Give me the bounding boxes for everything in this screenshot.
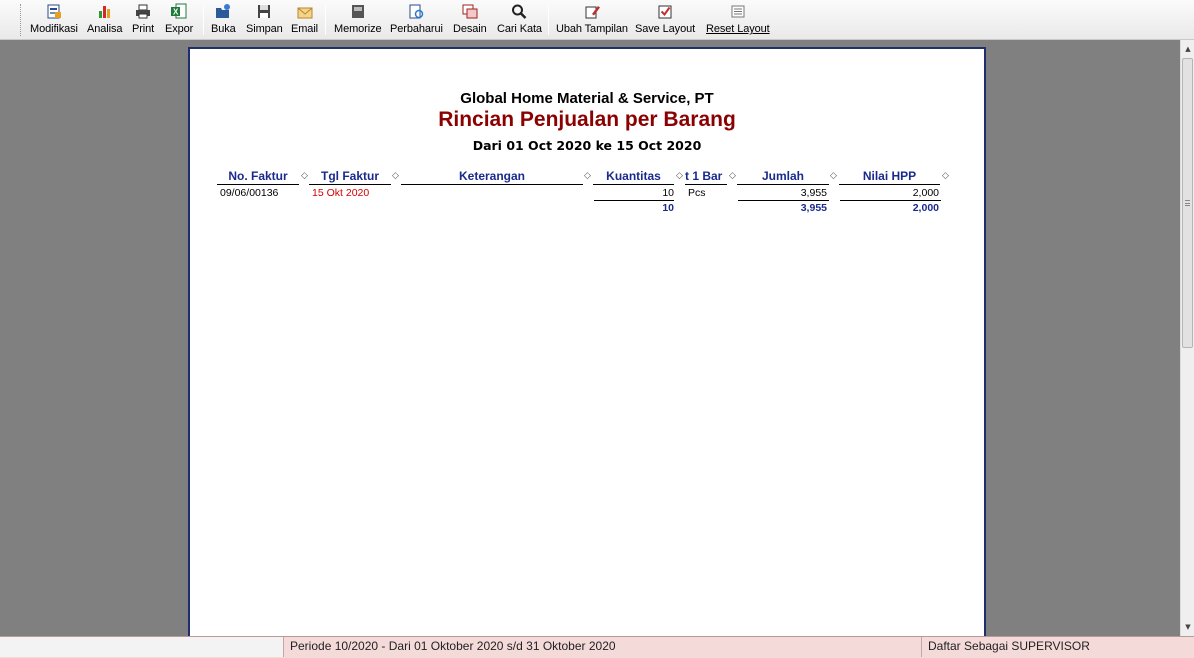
total-rule <box>840 200 941 201</box>
folder-open-icon <box>216 4 231 18</box>
status-user: Daftar Sebagai SUPERVISOR <box>928 639 1090 653</box>
column-header-kuantitas[interactable]: Kuantitas <box>593 170 674 185</box>
search-icon <box>512 4 527 19</box>
desain-button[interactable]: Desain <box>453 3 487 37</box>
column-header-tgl-faktur[interactable]: Tgl Faktur <box>309 170 391 185</box>
cell-no-faktur[interactable]: 09/06/00136 <box>220 187 278 199</box>
toolbar-separator <box>325 5 326 35</box>
column-header-no-faktur[interactable]: No. Faktur <box>217 170 299 185</box>
column-header-nilai-hpp[interactable]: Nilai HPP <box>839 170 940 185</box>
sort-diamond-icon[interactable]: ◇ <box>830 172 837 181</box>
total-rule <box>594 200 674 201</box>
total-rule <box>738 200 829 201</box>
sort-diamond-icon[interactable]: ◇ <box>942 172 949 181</box>
buka-button[interactable]: Buka <box>211 3 236 37</box>
layout-icon <box>731 5 745 18</box>
cell-jumlah[interactable]: 3,955 <box>738 187 827 199</box>
cell-nilai-hpp[interactable]: 2,000 <box>840 187 939 199</box>
floppy-disk-icon <box>258 5 271 18</box>
report-viewport[interactable]: Global Home Material & Service, PT Rinci… <box>0 40 1180 636</box>
report-title: Rincian Penjualan per Barang <box>438 108 736 131</box>
total-jumlah: 3,955 <box>800 202 827 214</box>
design-icon <box>462 4 478 19</box>
excel-icon: X <box>171 3 187 19</box>
email-button[interactable]: Email <box>291 3 318 37</box>
ubah-tampilan-button[interactable]: Ubah Tampilan <box>556 3 628 37</box>
reset-layout-button[interactable]: Reset Layout <box>706 3 770 37</box>
modify-icon <box>47 4 61 19</box>
memorize-icon <box>351 5 364 18</box>
status-period: Periode 10/2020 - Dari 01 Oktober 2020 s… <box>286 637 922 657</box>
expor-button[interactable]: X Expor <box>165 3 193 37</box>
printer-icon <box>136 4 151 19</box>
column-header-keterangan[interactable]: Keterangan <box>401 170 583 185</box>
grip-icon <box>1185 200 1190 206</box>
refresh-icon <box>409 4 424 19</box>
scroll-down-icon[interactable]: ▼ <box>1181 620 1194 634</box>
bar-chart-icon <box>98 6 110 18</box>
sort-diamond-icon[interactable]: ◇ <box>676 172 683 181</box>
scroll-up-icon[interactable]: ▲ <box>1181 42 1194 56</box>
cari-kata-button[interactable]: Cari Kata <box>497 3 542 37</box>
report-page: Global Home Material & Service, PT Rinci… <box>188 47 986 636</box>
report-period: Dari 01 Oct 2020 ke 15 Oct 2020 <box>472 138 702 153</box>
scrollbar-thumb[interactable] <box>1182 58 1193 348</box>
status-bar: Periode 10/2020 - Dari 01 Oktober 2020 s… <box>0 636 1194 658</box>
sort-diamond-icon[interactable]: ◇ <box>584 172 591 181</box>
report-company: Global Home Material & Service, PT <box>460 90 714 107</box>
edit-pencil-icon <box>585 6 600 19</box>
envelope-icon <box>297 7 312 19</box>
total-kuantitas: 10 <box>662 202 674 214</box>
analisa-button[interactable]: Analisa <box>87 3 122 37</box>
sort-diamond-icon[interactable]: ◇ <box>392 172 399 181</box>
cell-unit[interactable]: Pcs <box>688 187 706 199</box>
column-header-jumlah[interactable]: Jumlah <box>737 170 829 185</box>
memorize-button[interactable]: Memorize <box>334 3 382 37</box>
report-toolbar: Modifikasi Analisa Print X Expor Buka Si… <box>0 0 1194 40</box>
status-left <box>0 637 284 657</box>
toolbar-grip[interactable] <box>20 4 23 36</box>
sort-diamond-icon[interactable]: ◇ <box>301 172 308 181</box>
total-nilai-hpp: 2,000 <box>912 202 939 214</box>
cell-tgl-faktur[interactable]: 15 Okt 2020 <box>312 187 369 199</box>
sort-diamond-icon[interactable]: ◇ <box>729 172 736 181</box>
toolbar-separator <box>548 5 549 35</box>
save-layout-button[interactable]: Save Layout <box>635 3 695 37</box>
simpan-button[interactable]: Simpan <box>246 3 283 37</box>
checkbox-icon <box>658 5 672 19</box>
modifikasi-button[interactable]: Modifikasi <box>30 3 78 37</box>
cell-kuantitas[interactable]: 10 <box>594 187 674 199</box>
print-button[interactable]: Print <box>132 3 154 37</box>
vertical-scrollbar[interactable]: ▲ ▼ <box>1180 40 1194 636</box>
column-header-unit[interactable]: t 1 Bar <box>685 170 727 185</box>
svg-text:X: X <box>173 8 179 17</box>
perbaharui-button[interactable]: Perbaharui <box>390 3 443 37</box>
toolbar-separator <box>203 5 204 35</box>
